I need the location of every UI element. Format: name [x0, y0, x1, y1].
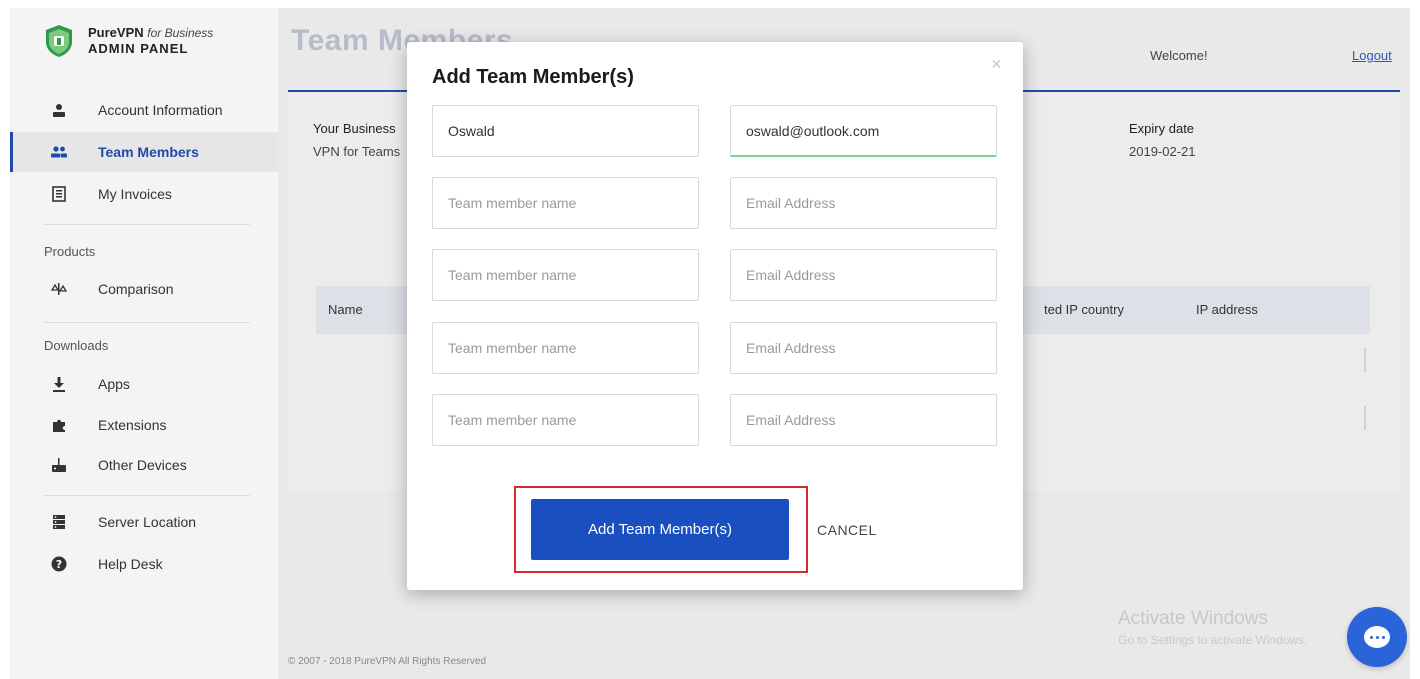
purevpn-logo-icon: [46, 25, 72, 57]
chat-button[interactable]: [1347, 607, 1407, 667]
app-window: PureVPN for Business ADMIN PANEL Account…: [10, 8, 1410, 679]
add-team-members-button[interactable]: Add Team Member(s): [531, 499, 789, 560]
add-team-member-modal: Add Team Member(s) × Add Team Member(s) …: [407, 42, 1023, 590]
logout-link[interactable]: Logout: [1352, 48, 1392, 63]
section-label-products: Products: [44, 244, 96, 259]
team-member-email-input-1[interactable]: [730, 105, 997, 157]
divider: [44, 495, 250, 496]
sidebar-item-label: Account Information: [98, 102, 223, 118]
svg-text:?: ?: [56, 558, 62, 571]
sidebar-item-label: Server Location: [98, 514, 197, 530]
sidebar-item-comparison[interactable]: Comparison: [10, 269, 278, 309]
modal-title: Add Team Member(s): [432, 66, 634, 88]
router-icon: [50, 456, 68, 474]
team-member-email-input-3[interactable]: [730, 249, 997, 301]
sidebar-item-label: Other Devices: [98, 457, 187, 473]
table-row-divider: [1364, 406, 1366, 430]
invoice-icon: [50, 185, 68, 203]
chat-bubble-icon: [1364, 626, 1390, 648]
team-icon: [50, 143, 68, 161]
column-header-ip-address: IP address: [1196, 302, 1258, 317]
column-header-ip-country: ted IP country: [1044, 302, 1124, 317]
section-label-downloads: Downloads: [44, 338, 109, 353]
activate-windows-subtitle: Go to Settings to activate Windows.: [1118, 633, 1308, 647]
sidebar-item-my-invoices[interactable]: My Invoices: [10, 174, 278, 214]
divider: [44, 224, 250, 225]
column-header-name: Name: [328, 302, 363, 317]
expiry-date-label: Expiry date: [1129, 121, 1195, 136]
sidebar-item-help-desk[interactable]: ? Help Desk: [10, 544, 278, 584]
team-member-email-input-4[interactable]: [730, 322, 997, 374]
business-label: Your Business: [313, 121, 396, 136]
sidebar-item-label: My Invoices: [98, 186, 172, 202]
brand: PureVPN for Business ADMIN PANEL: [44, 24, 213, 58]
cancel-button[interactable]: CANCEL: [817, 522, 877, 538]
user-icon: [50, 101, 68, 119]
brand-subtitle: ADMIN PANEL: [88, 41, 189, 56]
sidebar-item-label: Team Members: [98, 144, 199, 160]
sidebar-item-account-information[interactable]: Account Information: [10, 90, 278, 130]
business-value: VPN for Teams: [313, 144, 401, 159]
sidebar-item-label: Apps: [98, 376, 130, 392]
brand-for: for Business: [147, 26, 214, 40]
divider: [44, 322, 250, 323]
brand-name: PureVPN: [88, 25, 144, 40]
scale-icon: [50, 280, 68, 298]
sidebar-item-other-devices[interactable]: Other Devices: [10, 445, 278, 485]
team-member-name-input-4[interactable]: [432, 322, 699, 374]
puzzle-icon: [50, 416, 68, 434]
server-icon: [50, 513, 68, 531]
sidebar-item-apps[interactable]: Apps: [10, 364, 278, 404]
welcome-text: Welcome!: [1150, 48, 1208, 63]
help-icon: ?: [50, 555, 68, 573]
activate-windows-title: Activate Windows: [1118, 608, 1268, 629]
sidebar: PureVPN for Business ADMIN PANEL Account…: [10, 8, 278, 679]
sidebar-item-server-location[interactable]: Server Location: [10, 502, 278, 542]
sidebar-item-extensions[interactable]: Extensions: [10, 405, 278, 445]
team-member-name-input-5[interactable]: [432, 394, 699, 446]
team-member-email-input-5[interactable]: [730, 394, 997, 446]
sidebar-item-label: Comparison: [98, 281, 174, 297]
footer-copyright: © 2007 - 2018 PureVPN All Rights Reserve…: [288, 656, 487, 667]
expiry-date-value: 2019-02-21: [1129, 144, 1196, 159]
close-icon[interactable]: ×: [991, 54, 1002, 75]
sidebar-item-team-members[interactable]: Team Members: [10, 132, 278, 172]
sidebar-item-label: Help Desk: [98, 556, 163, 572]
team-member-name-input-3[interactable]: [432, 249, 699, 301]
sidebar-item-label: Extensions: [98, 417, 167, 433]
team-member-name-input-1[interactable]: [432, 105, 699, 157]
table-row-divider: [1364, 348, 1366, 372]
team-member-email-input-2[interactable]: [730, 177, 997, 229]
download-icon: [50, 375, 68, 393]
team-member-name-input-2[interactable]: [432, 177, 699, 229]
